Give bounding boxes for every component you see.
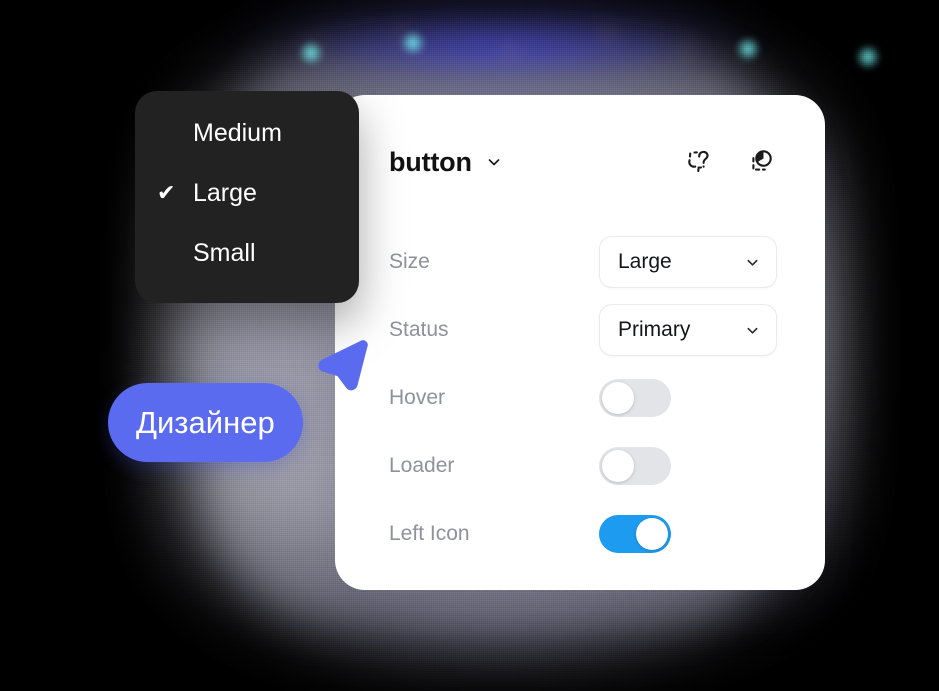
- loader-toggle[interactable]: [599, 447, 671, 485]
- property-row-hover: Hover: [389, 364, 777, 432]
- sparkle-dot: [855, 44, 881, 70]
- menu-item-small[interactable]: Small: [135, 223, 359, 283]
- sparkle-dot: [400, 30, 426, 56]
- status-select[interactable]: Primary: [599, 304, 777, 356]
- page-title: button: [389, 146, 472, 177]
- swap-component-icon[interactable]: [743, 145, 777, 179]
- property-label: Status: [389, 318, 449, 341]
- cursor-arrow-icon: [312, 337, 370, 395]
- property-label: Loader: [389, 454, 455, 477]
- hover-toggle[interactable]: [599, 379, 671, 417]
- toggle-knob: [636, 518, 668, 550]
- toggle-knob: [602, 382, 634, 414]
- property-label: Hover: [389, 386, 446, 409]
- property-row-status: Status Primary: [389, 296, 777, 364]
- left-icon-toggle[interactable]: [599, 515, 671, 553]
- menu-item-label: Large: [193, 178, 257, 207]
- property-label: Size: [389, 250, 430, 273]
- property-rows: Size Large Status Primary Hover Loader L…: [389, 228, 777, 568]
- sparkle-dot: [735, 36, 761, 62]
- property-row-size: Size Large: [389, 228, 777, 296]
- properties-panel: button Size Large Status Primary Hover L…: [335, 95, 825, 590]
- chevron-down-icon[interactable]: [486, 154, 502, 170]
- property-label: Left Icon: [389, 522, 470, 545]
- size-select[interactable]: Large: [599, 236, 777, 288]
- reset-properties-icon[interactable]: [683, 145, 717, 179]
- size-select-value: Large: [618, 250, 672, 273]
- menu-item-large[interactable]: ✔ Large: [135, 163, 359, 223]
- status-select-value: Primary: [618, 318, 691, 341]
- sparkle-dot: [298, 40, 324, 66]
- cursor-name-badge: Дизайнер: [108, 383, 303, 462]
- cursor-name-label: Дизайнер: [136, 404, 275, 440]
- menu-item-label: Medium: [193, 118, 282, 147]
- panel-header-icons: [683, 145, 777, 179]
- toggle-knob: [602, 450, 634, 482]
- menu-item-label: Small: [193, 238, 256, 267]
- sparkle-band: [255, 14, 745, 84]
- size-dropdown-menu: Medium ✔ Large Small: [135, 91, 359, 303]
- chevron-down-icon: [745, 255, 760, 270]
- menu-item-medium[interactable]: Medium: [135, 103, 359, 163]
- property-row-left-icon: Left Icon: [389, 500, 777, 568]
- panel-header: button: [389, 145, 777, 179]
- chevron-down-icon: [745, 323, 760, 338]
- check-icon: ✔: [157, 180, 176, 205]
- property-row-loader: Loader: [389, 432, 777, 500]
- screenshot-root: button Size Large Status Primary Hover L…: [0, 0, 939, 691]
